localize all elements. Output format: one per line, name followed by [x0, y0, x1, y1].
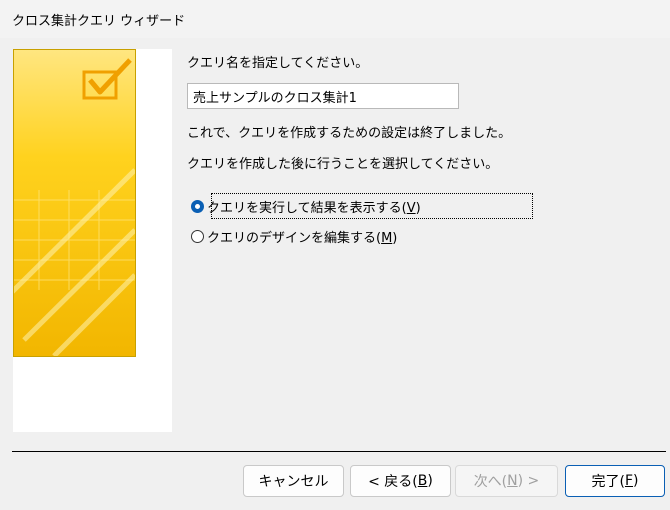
radio-run-query[interactable] — [191, 199, 204, 213]
option-edit-design-label: クエリのデザインを編集する(M) — [207, 230, 398, 246]
query-name-prompt: クエリ名を指定してください。 — [187, 56, 369, 71]
next-action-prompt: クエリを作成した後に行うことを選択してください。 — [187, 157, 499, 172]
title-bar: クロス集計クエリ ウィザード — [0, 0, 670, 38]
option-edit-design[interactable]: クエリのデザインを編集する(M) — [191, 223, 397, 249]
finish-button[interactable]: 完了(F) — [565, 465, 665, 497]
next-button[interactable]: 次へ(N) > — [455, 465, 558, 497]
button-separator — [12, 451, 666, 452]
option-run-query-label: クエリを実行して結果を表示する(V) — [207, 200, 421, 216]
wizard-illustration-icon — [13, 49, 136, 357]
option-run-query[interactable]: クエリを実行して結果を表示する(V) — [191, 193, 421, 219]
window-title: クロス集計クエリ ウィザード — [12, 14, 186, 29]
completion-message: これで、クエリを作成するための設定は終了しました。 — [187, 126, 512, 141]
back-button[interactable]: < 戻る(B) — [350, 465, 451, 497]
wizard-side-panel — [13, 49, 172, 432]
query-name-input[interactable] — [187, 83, 459, 109]
cancel-button[interactable]: キャンセル — [243, 465, 344, 497]
radio-edit-design[interactable] — [191, 229, 204, 243]
